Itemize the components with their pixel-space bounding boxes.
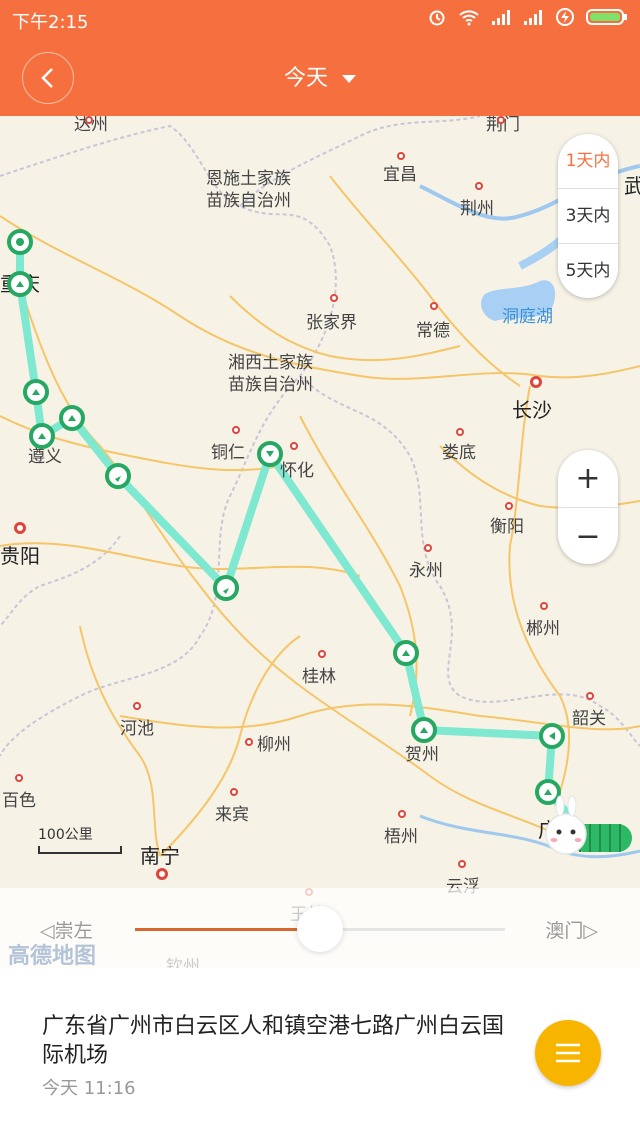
timeline-progress xyxy=(135,928,320,931)
time-range-selector: 1天内 3天内 5天内 xyxy=(558,134,618,298)
signal-icon-2 xyxy=(524,10,542,25)
location-info-panel: 广东省广州市白云区人和镇空港七路广州白云国际机场 今天 11:16 xyxy=(0,968,640,1138)
map-logo-watermark: 高德地图 xyxy=(8,944,97,968)
menu-icon xyxy=(556,1043,580,1063)
caret-down-icon xyxy=(342,75,356,83)
status-bar: 下午2:15 xyxy=(0,0,640,38)
zoom-control: + − xyxy=(558,450,618,564)
status-icons xyxy=(426,8,628,26)
zoom-out-button[interactable]: − xyxy=(558,507,618,565)
range-option-3-days[interactable]: 3天内 xyxy=(558,188,618,243)
map-scale: 100公里 xyxy=(38,824,122,854)
scale-bar xyxy=(38,846,122,854)
map-view[interactable]: 达州 荆门 宜昌 武 恩施土家族 苗族自治州 荆州 重庆 张家界 常德 洞庭湖 … xyxy=(0,116,640,968)
alarm-icon xyxy=(429,10,445,26)
timeline-slider-knob[interactable] xyxy=(297,906,343,952)
charging-icon xyxy=(556,8,574,26)
battery-icon xyxy=(586,9,627,25)
current-position-icon xyxy=(545,795,632,855)
status-time: 下午2:15 xyxy=(12,12,89,33)
scale-label: 100公里 xyxy=(38,827,93,843)
timeline-end[interactable]: 澳门▷ xyxy=(545,916,598,943)
zoom-in-button[interactable]: + xyxy=(558,450,618,507)
signal-icon xyxy=(492,10,510,25)
app-bar: 今天 xyxy=(0,38,640,116)
timeline-end-label: 澳门 xyxy=(545,920,584,942)
page-title: 今天 xyxy=(283,66,328,91)
location-time: 今天 11:16 xyxy=(42,1078,136,1099)
location-address: 广东省广州市白云区人和镇空港七路广州白云国际机场 xyxy=(42,1014,505,1068)
range-option-1-day[interactable]: 1天内 xyxy=(558,134,618,188)
day-selector[interactable]: 今天 xyxy=(0,60,640,92)
range-option-5-days[interactable]: 5天内 xyxy=(558,243,618,298)
route-marker xyxy=(105,463,131,489)
route-marker xyxy=(213,575,239,601)
triangle-right-icon: ▷ xyxy=(583,920,598,942)
wifi-icon xyxy=(459,10,479,26)
menu-button[interactable] xyxy=(535,1020,601,1086)
